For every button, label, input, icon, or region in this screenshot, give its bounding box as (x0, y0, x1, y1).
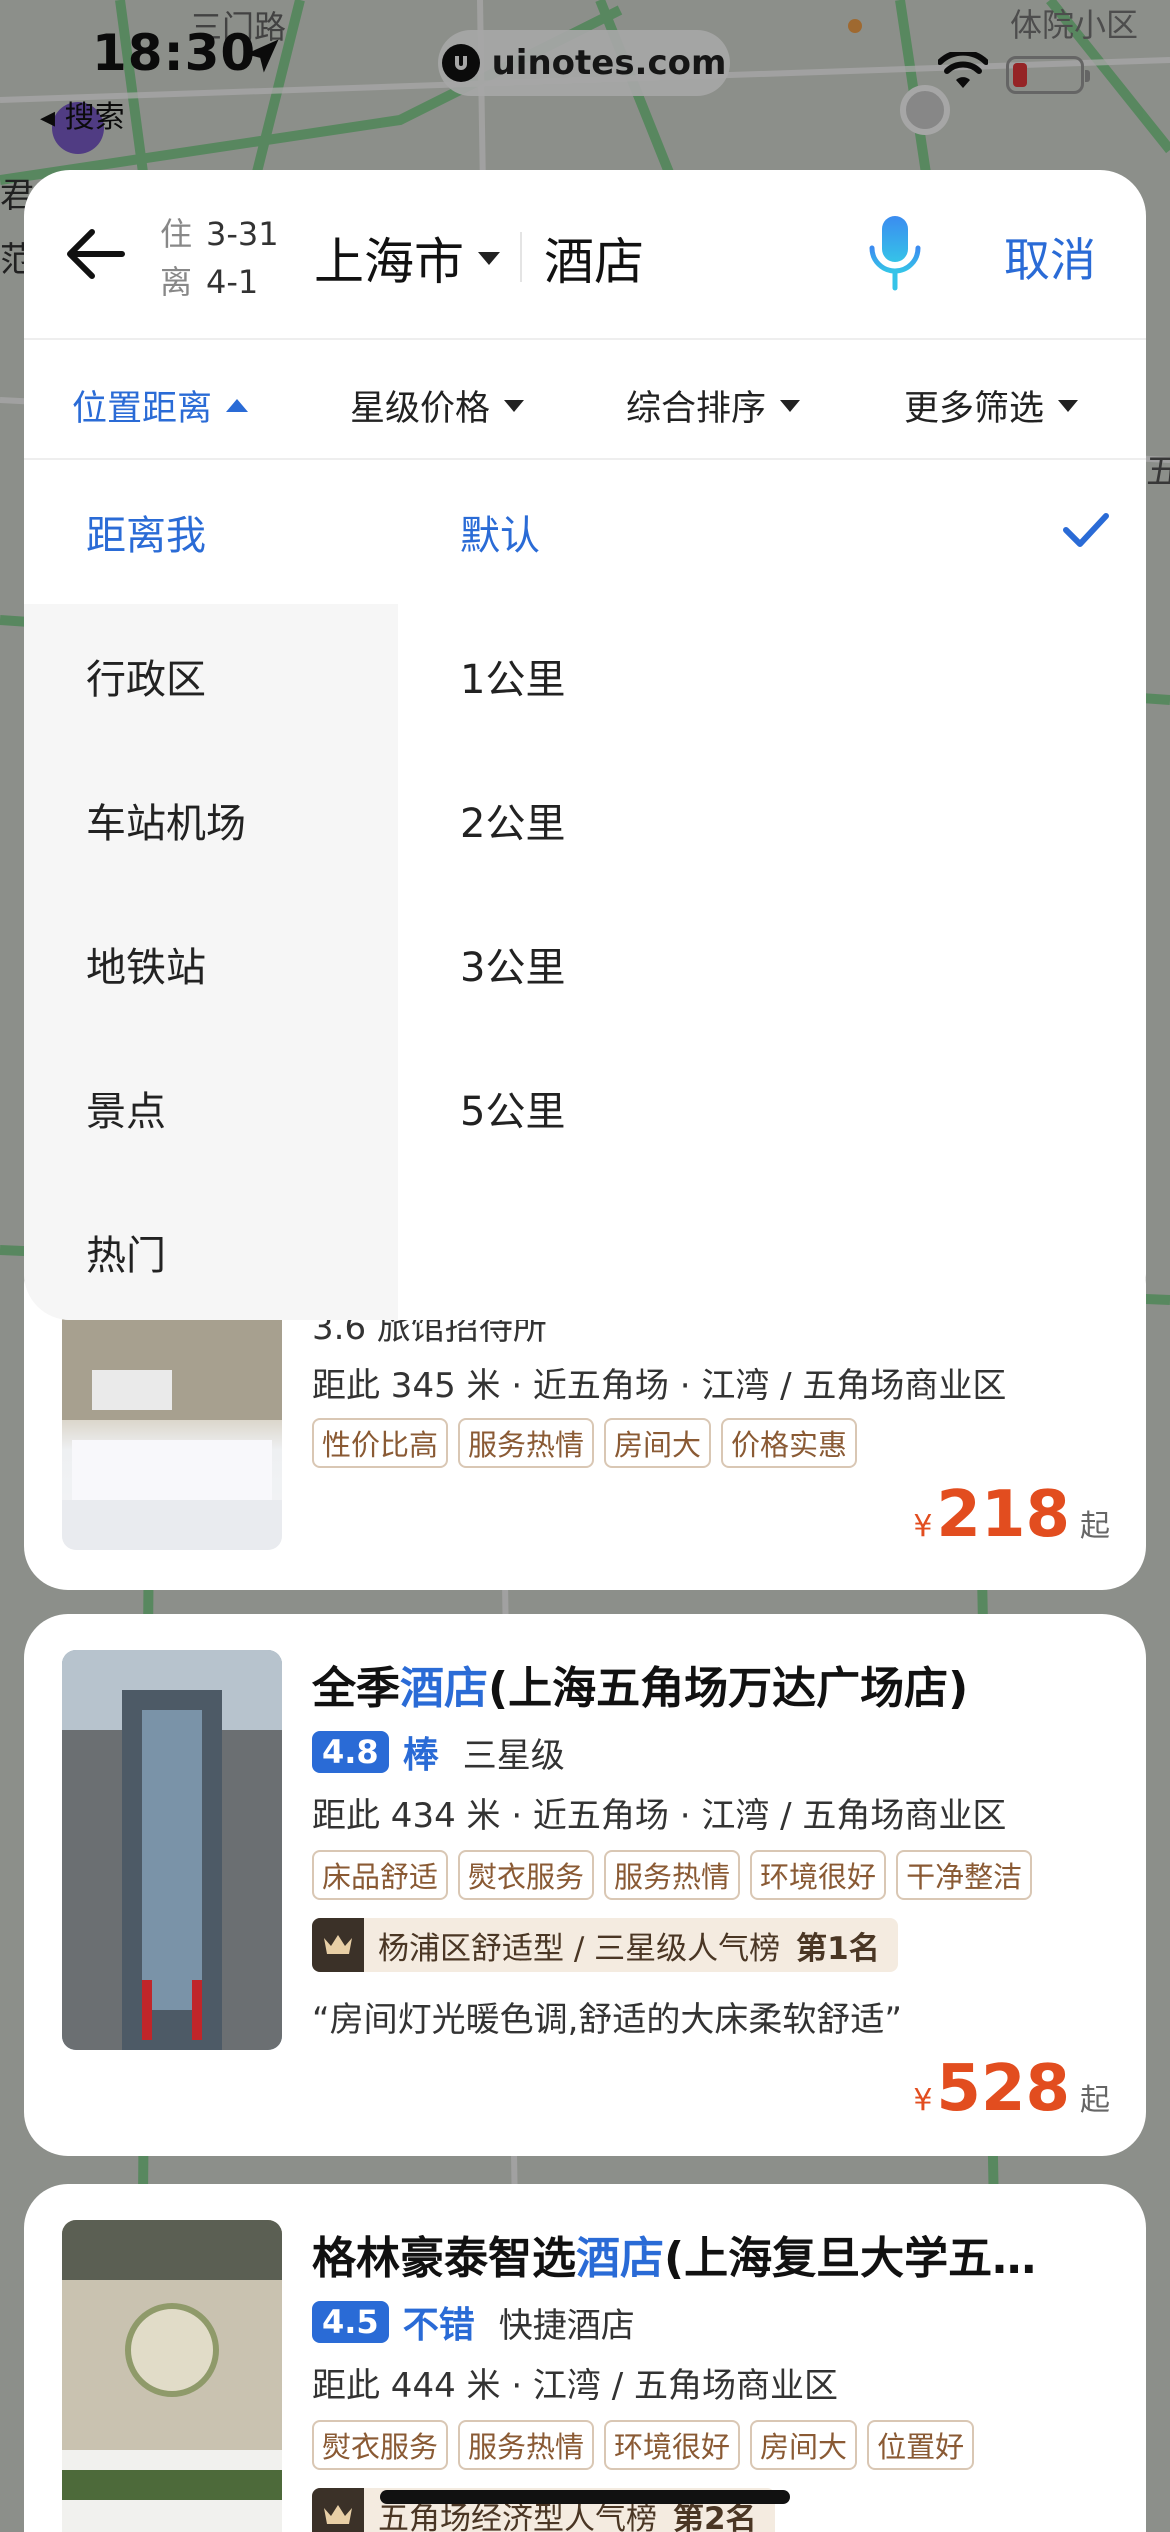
hotel-price: ¥ 528 起 (913, 2052, 1110, 2126)
category-item-district[interactable]: 行政区 (24, 604, 398, 748)
checkin-date: 3-31 (206, 215, 279, 253)
microphone-icon[interactable] (864, 214, 926, 294)
hotel-name[interactable]: 全季酒店(上海五角场万达广场店) (312, 1652, 968, 1716)
hotel-rank-badge[interactable]: 杨浦区舒适型 / 三星级人气榜 第1名 (312, 1918, 898, 1972)
distance-option[interactable]: 默认 (460, 460, 1110, 604)
search-filter-panel: 住 3-31 离 4-1 上海市 酒店 取消 位置距离 星级价格 综合排序 更多… (24, 170, 1146, 1320)
date-range[interactable]: 住 3-31 离 4-1 (160, 210, 279, 306)
category-item-popular[interactable]: 热门 (24, 1180, 398, 1320)
filter-label: 更多筛选 (904, 389, 1045, 429)
distance-option[interactable]: 2公里 (460, 748, 1110, 892)
hotel-tags: 熨衣服务 服务热情 环境很好 房间大 位置好 (312, 2420, 975, 2470)
hotel-level: 三星级 (462, 1735, 565, 1776)
hotel-name-prefix: 格林豪泰智选 (312, 2233, 576, 2284)
hotel-photo (62, 1300, 282, 1550)
distance-option[interactable]: 1公里 (460, 604, 1110, 748)
filter-bar: 位置距离 星级价格 综合排序 更多筛选 (24, 340, 1146, 460)
chevron-down-icon (478, 251, 500, 265)
hotel-tag: 熨衣服务 (312, 2420, 449, 2470)
category-item-station-airport[interactable]: 车站机场 (24, 748, 398, 892)
hotel-photo (62, 2220, 282, 2532)
divider (520, 232, 522, 282)
hotel-card[interactable]: 格林豪泰智选酒店(上海复旦大学五… 4.5 不错 快捷酒店 距此 444 米 ·… (24, 2184, 1146, 2532)
hotel-price: ¥ 218 起 (913, 1478, 1110, 1552)
hotel-tag: 价格实惠 (721, 1418, 858, 1468)
hotel-tag: 熨衣服务 (458, 1850, 595, 1900)
hotel-distance: 距此 345 米 · 近五角场 · 江湾 / 五角场商业区 (312, 1366, 1007, 1406)
category-item-attractions[interactable]: 景点 (24, 1036, 398, 1180)
hotel-tags: 床品舒适 熨衣服务 服务热情 环境很好 干净整洁 (312, 1850, 1033, 1900)
price-currency: ¥ (913, 2083, 933, 2118)
hotel-tags: 性价比高 服务热情 房间大 价格实惠 (312, 1418, 858, 1468)
city-selector[interactable]: 上海市 (314, 222, 500, 294)
hotel-tag: 房间大 (604, 1418, 712, 1468)
hotel-tag: 房间大 (750, 2420, 858, 2470)
checkout-date: 4-1 (206, 263, 259, 301)
hotel-card[interactable]: 全季酒店(上海五角场万达广场店) 4.8 棒 三星级 距此 434 米 · 近五… (24, 1614, 1146, 2156)
hotel-name-keyword: 酒店 (400, 1663, 488, 1714)
hotel-rating: 4.5 不错 快捷酒店 (312, 2296, 635, 2348)
city-name: 上海市 (314, 233, 464, 291)
filter-location-distance[interactable]: 位置距离 (72, 380, 249, 431)
hotel-name-suffix: (上海复旦大学五… (664, 2233, 1037, 2284)
hotel-score-word: 不错 (402, 2305, 475, 2346)
distance-option[interactable]: 5公里 (460, 1036, 1110, 1180)
hotel-tag: 服务热情 (458, 1418, 595, 1468)
hotel-score: 4.8 (312, 1731, 389, 1773)
filter-label: 位置距离 (72, 389, 213, 429)
crown-icon (312, 1918, 364, 1972)
hotel-distance: 距此 434 米 · 近五角场 · 江湾 / 五角场商业区 (312, 1796, 1007, 1836)
filter-more[interactable]: 更多筛选 (904, 380, 1079, 431)
distance-option-label: 默认 (460, 513, 540, 559)
hotel-score-word: 棒 (402, 1735, 439, 1776)
hotel-name-prefix: 全季 (312, 1663, 400, 1714)
hotel-photo (62, 1650, 282, 2050)
hotel-name-suffix: (上海五角场万达广场店) (488, 1663, 969, 1714)
price-amount: 218 (936, 1478, 1070, 1552)
price-amount: 528 (936, 2052, 1070, 2126)
price-suffix: 起 (1080, 2083, 1110, 2118)
hotel-score: 4.5 (312, 2301, 389, 2343)
category-item-metro[interactable]: 地铁站 (24, 892, 398, 1036)
price-suffix: 起 (1080, 1509, 1110, 1544)
rank-number: 第1名 (796, 1930, 880, 1967)
chevron-down-icon (1058, 399, 1079, 412)
hotel-tag: 床品舒适 (312, 1850, 449, 1900)
back-arrow-icon[interactable] (60, 218, 132, 290)
hotel-tag: 干净整洁 (896, 1850, 1033, 1900)
chevron-down-icon (504, 399, 525, 412)
price-currency: ¥ (913, 1509, 933, 1544)
hotel-name[interactable]: 格林豪泰智选酒店(上海复旦大学五… (312, 2222, 1036, 2286)
category-item-near-me[interactable]: 距离我 (24, 460, 398, 604)
checkout-label: 离 (160, 263, 193, 301)
location-category-list: 距离我 行政区 车站机场 地铁站 景点 热门 (24, 460, 398, 1320)
home-indicator[interactable] (380, 2490, 790, 2504)
hotel-tag: 环境很好 (750, 1850, 887, 1900)
search-bar: 住 3-31 离 4-1 上海市 酒店 取消 (24, 170, 1146, 340)
cancel-button[interactable]: 取消 (1004, 224, 1096, 290)
hotel-distance: 距此 444 米 · 江湾 / 五角场商业区 (312, 2366, 839, 2406)
hotel-tag: 服务热情 (458, 2420, 595, 2470)
hotel-tag: 环境很好 (604, 2420, 741, 2470)
hotel-tag: 性价比高 (312, 1418, 449, 1468)
rank-text: 杨浦区舒适型 / 三星级人气榜 (378, 1930, 781, 1967)
checkmark-icon (1063, 513, 1109, 547)
hotel-review-quote: “房间灯光暖色调,舒适的大床柔软舒适” (312, 2000, 903, 2040)
search-input[interactable]: 酒店 (544, 222, 644, 294)
filter-sort[interactable]: 综合排序 (626, 380, 801, 431)
hotel-tag: 位置好 (867, 2420, 975, 2470)
chevron-down-icon (780, 399, 801, 412)
hotel-rating: 4.8 棒 三星级 (312, 1726, 565, 1778)
filter-label: 综合排序 (626, 389, 767, 429)
crown-icon (312, 2488, 364, 2532)
chevron-up-icon (226, 399, 249, 412)
distance-option[interactable]: 3公里 (460, 892, 1110, 1036)
hotel-tag: 服务热情 (604, 1850, 741, 1900)
hotel-level: 快捷酒店 (498, 2305, 635, 2346)
filter-star-price[interactable]: 星级价格 (350, 380, 525, 431)
hotel-name-keyword: 酒店 (576, 2233, 664, 2284)
checkin-label: 住 (160, 215, 193, 253)
filter-label: 星级价格 (350, 389, 491, 429)
